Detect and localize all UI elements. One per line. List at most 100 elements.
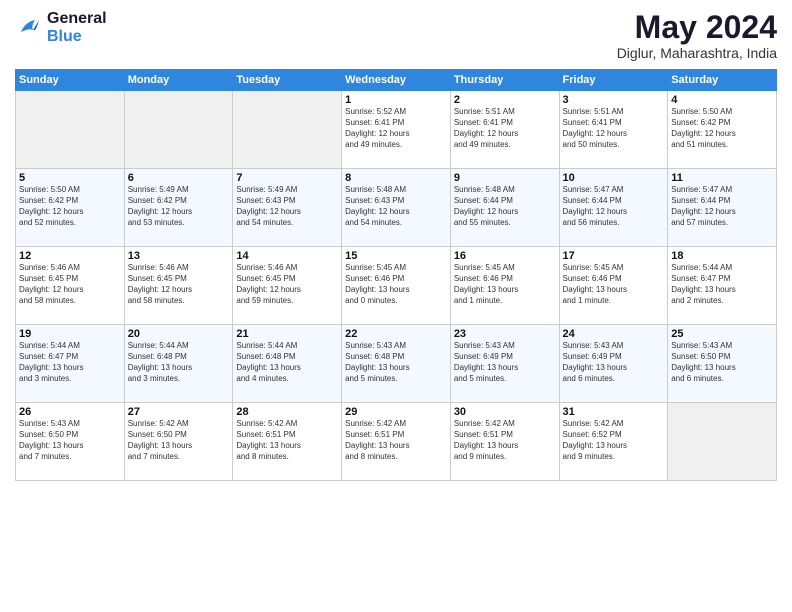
day-number: 17 [563,250,665,262]
day-number: 1 [345,94,447,106]
day-number: 4 [671,94,773,106]
calendar-cell [124,91,233,169]
week-row-1: 1Sunrise: 5:52 AM Sunset: 6:41 PM Daylig… [16,91,777,169]
day-info: Sunrise: 5:46 AM Sunset: 6:45 PM Dayligh… [236,263,338,306]
calendar-cell: 22Sunrise: 5:43 AM Sunset: 6:48 PM Dayli… [342,325,451,403]
day-info: Sunrise: 5:45 AM Sunset: 6:46 PM Dayligh… [563,263,665,306]
day-info: Sunrise: 5:43 AM Sunset: 6:50 PM Dayligh… [19,419,121,462]
calendar-cell: 8Sunrise: 5:48 AM Sunset: 6:43 PM Daylig… [342,169,451,247]
day-number: 24 [563,328,665,340]
day-number: 29 [345,406,447,418]
calendar-cell: 18Sunrise: 5:44 AM Sunset: 6:47 PM Dayli… [668,247,777,325]
calendar-cell: 9Sunrise: 5:48 AM Sunset: 6:44 PM Daylig… [450,169,559,247]
day-info: Sunrise: 5:43 AM Sunset: 6:49 PM Dayligh… [454,341,556,384]
day-number: 27 [128,406,230,418]
calendar-cell: 31Sunrise: 5:42 AM Sunset: 6:52 PM Dayli… [559,403,668,481]
day-number: 15 [345,250,447,262]
day-number: 12 [19,250,121,262]
logo: General Blue [15,10,107,45]
day-info: Sunrise: 5:42 AM Sunset: 6:51 PM Dayligh… [236,419,338,462]
day-info: Sunrise: 5:47 AM Sunset: 6:44 PM Dayligh… [563,185,665,228]
location: Diglur, Maharashtra, India [617,45,777,61]
day-info: Sunrise: 5:44 AM Sunset: 6:48 PM Dayligh… [236,341,338,384]
calendar-cell [16,91,125,169]
day-number: 30 [454,406,556,418]
day-info: Sunrise: 5:50 AM Sunset: 6:42 PM Dayligh… [671,107,773,150]
calendar-cell: 5Sunrise: 5:50 AM Sunset: 6:42 PM Daylig… [16,169,125,247]
calendar-cell: 10Sunrise: 5:47 AM Sunset: 6:44 PM Dayli… [559,169,668,247]
calendar-cell: 6Sunrise: 5:49 AM Sunset: 6:42 PM Daylig… [124,169,233,247]
col-saturday: Saturday [668,70,777,91]
calendar-cell [668,403,777,481]
day-info: Sunrise: 5:47 AM Sunset: 6:44 PM Dayligh… [671,185,773,228]
col-thursday: Thursday [450,70,559,91]
calendar-cell: 25Sunrise: 5:43 AM Sunset: 6:50 PM Dayli… [668,325,777,403]
day-info: Sunrise: 5:52 AM Sunset: 6:41 PM Dayligh… [345,107,447,150]
calendar-cell: 16Sunrise: 5:45 AM Sunset: 6:46 PM Dayli… [450,247,559,325]
day-info: Sunrise: 5:51 AM Sunset: 6:41 PM Dayligh… [454,107,556,150]
day-number: 3 [563,94,665,106]
calendar-cell: 15Sunrise: 5:45 AM Sunset: 6:46 PM Dayli… [342,247,451,325]
day-info: Sunrise: 5:44 AM Sunset: 6:48 PM Dayligh… [128,341,230,384]
day-info: Sunrise: 5:43 AM Sunset: 6:49 PM Dayligh… [563,341,665,384]
day-number: 28 [236,406,338,418]
day-info: Sunrise: 5:43 AM Sunset: 6:48 PM Dayligh… [345,341,447,384]
day-number: 9 [454,172,556,184]
calendar-cell: 13Sunrise: 5:46 AM Sunset: 6:45 PM Dayli… [124,247,233,325]
day-info: Sunrise: 5:49 AM Sunset: 6:42 PM Dayligh… [128,185,230,228]
calendar-cell: 2Sunrise: 5:51 AM Sunset: 6:41 PM Daylig… [450,91,559,169]
day-number: 8 [345,172,447,184]
calendar-cell: 17Sunrise: 5:45 AM Sunset: 6:46 PM Dayli… [559,247,668,325]
week-row-3: 12Sunrise: 5:46 AM Sunset: 6:45 PM Dayli… [16,247,777,325]
day-number: 18 [671,250,773,262]
week-row-2: 5Sunrise: 5:50 AM Sunset: 6:42 PM Daylig… [16,169,777,247]
calendar-cell: 28Sunrise: 5:42 AM Sunset: 6:51 PM Dayli… [233,403,342,481]
calendar-cell: 7Sunrise: 5:49 AM Sunset: 6:43 PM Daylig… [233,169,342,247]
logo-text: General Blue [47,10,107,45]
day-number: 5 [19,172,121,184]
calendar-cell: 4Sunrise: 5:50 AM Sunset: 6:42 PM Daylig… [668,91,777,169]
col-friday: Friday [559,70,668,91]
calendar-cell: 21Sunrise: 5:44 AM Sunset: 6:48 PM Dayli… [233,325,342,403]
calendar-cell: 14Sunrise: 5:46 AM Sunset: 6:45 PM Dayli… [233,247,342,325]
day-info: Sunrise: 5:42 AM Sunset: 6:52 PM Dayligh… [563,419,665,462]
day-info: Sunrise: 5:43 AM Sunset: 6:50 PM Dayligh… [671,341,773,384]
calendar-cell: 19Sunrise: 5:44 AM Sunset: 6:47 PM Dayli… [16,325,125,403]
col-sunday: Sunday [16,70,125,91]
calendar-cell: 26Sunrise: 5:43 AM Sunset: 6:50 PM Dayli… [16,403,125,481]
day-info: Sunrise: 5:42 AM Sunset: 6:51 PM Dayligh… [454,419,556,462]
day-info: Sunrise: 5:44 AM Sunset: 6:47 PM Dayligh… [671,263,773,306]
day-number: 26 [19,406,121,418]
title-block: May 2024 Diglur, Maharashtra, India [617,10,777,61]
day-number: 2 [454,94,556,106]
calendar-cell: 20Sunrise: 5:44 AM Sunset: 6:48 PM Dayli… [124,325,233,403]
day-info: Sunrise: 5:48 AM Sunset: 6:44 PM Dayligh… [454,185,556,228]
day-number: 20 [128,328,230,340]
day-number: 21 [236,328,338,340]
day-info: Sunrise: 5:48 AM Sunset: 6:43 PM Dayligh… [345,185,447,228]
calendar-cell [233,91,342,169]
calendar-cell: 27Sunrise: 5:42 AM Sunset: 6:50 PM Dayli… [124,403,233,481]
day-info: Sunrise: 5:46 AM Sunset: 6:45 PM Dayligh… [19,263,121,306]
day-number: 13 [128,250,230,262]
day-number: 16 [454,250,556,262]
day-info: Sunrise: 5:45 AM Sunset: 6:46 PM Dayligh… [454,263,556,306]
header: General Blue May 2024 Diglur, Maharashtr… [15,10,777,61]
day-info: Sunrise: 5:46 AM Sunset: 6:45 PM Dayligh… [128,263,230,306]
col-tuesday: Tuesday [233,70,342,91]
calendar-cell: 29Sunrise: 5:42 AM Sunset: 6:51 PM Dayli… [342,403,451,481]
month-title: May 2024 [617,10,777,45]
calendar-cell: 24Sunrise: 5:43 AM Sunset: 6:49 PM Dayli… [559,325,668,403]
day-number: 25 [671,328,773,340]
day-number: 22 [345,328,447,340]
col-wednesday: Wednesday [342,70,451,91]
day-info: Sunrise: 5:50 AM Sunset: 6:42 PM Dayligh… [19,185,121,228]
day-number: 11 [671,172,773,184]
day-info: Sunrise: 5:45 AM Sunset: 6:46 PM Dayligh… [345,263,447,306]
day-info: Sunrise: 5:51 AM Sunset: 6:41 PM Dayligh… [563,107,665,150]
day-info: Sunrise: 5:49 AM Sunset: 6:43 PM Dayligh… [236,185,338,228]
day-number: 6 [128,172,230,184]
calendar-cell: 1Sunrise: 5:52 AM Sunset: 6:41 PM Daylig… [342,91,451,169]
day-number: 10 [563,172,665,184]
day-number: 23 [454,328,556,340]
